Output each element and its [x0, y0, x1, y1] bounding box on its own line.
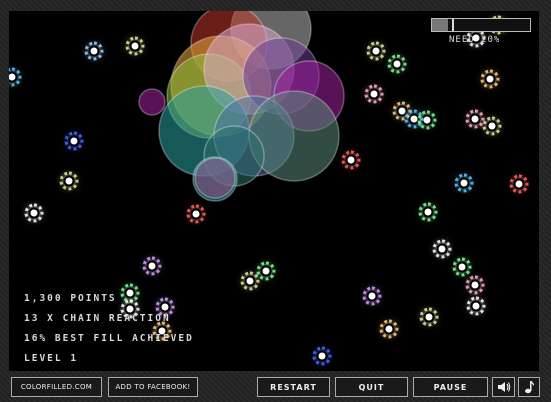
moving-dot: [362, 286, 382, 306]
moving-dot: [256, 261, 276, 281]
moving-dot: [465, 109, 485, 129]
expanded-circle: [138, 88, 166, 116]
moving-dot: [312, 346, 332, 366]
need-label: NEED 20%: [449, 35, 501, 45]
moving-dot: [509, 174, 529, 194]
game-area[interactable]: NEED 20% 1,300 POINTS 13 X CHAIN REACTIO…: [9, 11, 539, 371]
music-button[interactable]: [518, 377, 540, 397]
level-label: LEVEL 1: [24, 353, 79, 364]
sound-button[interactable]: [492, 377, 515, 397]
moving-dot: [186, 204, 206, 224]
moving-dot: [465, 275, 485, 295]
moving-dot: [432, 239, 452, 259]
moving-dot: [452, 257, 472, 277]
progress-fill: [432, 19, 448, 31]
moving-dot: [341, 150, 361, 170]
moving-dot: [84, 41, 104, 61]
fill-progress-bar: [431, 18, 531, 32]
points-label: 1,300 POINTS: [24, 293, 117, 304]
moving-dot: [419, 307, 439, 327]
moving-dot: [9, 67, 22, 87]
pause-button[interactable]: PAUSE: [413, 377, 488, 397]
moving-dot: [418, 202, 438, 222]
restart-button[interactable]: RESTART: [257, 377, 330, 397]
best-fill-label: 16% BEST FILL ACHIEVED: [24, 333, 194, 344]
moving-dot: [155, 297, 175, 317]
moving-dot: [364, 84, 384, 104]
moving-dot: [366, 41, 386, 61]
music-note-icon: [525, 381, 534, 394]
speaker-icon: [497, 382, 510, 392]
expanded-circle: [194, 157, 236, 199]
moving-dot: [59, 171, 79, 191]
moving-dot: [417, 110, 437, 130]
progress-target-marker: [451, 19, 454, 31]
moving-dot: [466, 296, 486, 316]
moving-dot: [454, 173, 474, 193]
chain-label: 13 X CHAIN REACTION: [24, 313, 171, 324]
moving-dot: [240, 271, 260, 291]
moving-dot: [125, 36, 145, 56]
add-to-facebook-button[interactable]: ADD TO FACEBOOK!: [108, 377, 198, 397]
moving-dot: [142, 256, 162, 276]
moving-dot: [64, 131, 84, 151]
moving-dot: [482, 116, 502, 136]
moving-dot: [480, 69, 500, 89]
moving-dot: [387, 54, 407, 74]
moving-dot: [24, 203, 44, 223]
moving-dot: [379, 319, 399, 339]
quit-button[interactable]: QUIT: [335, 377, 408, 397]
moving-dot: [120, 283, 140, 303]
colorfilled-link[interactable]: COLORFILLED.COM: [11, 377, 102, 397]
